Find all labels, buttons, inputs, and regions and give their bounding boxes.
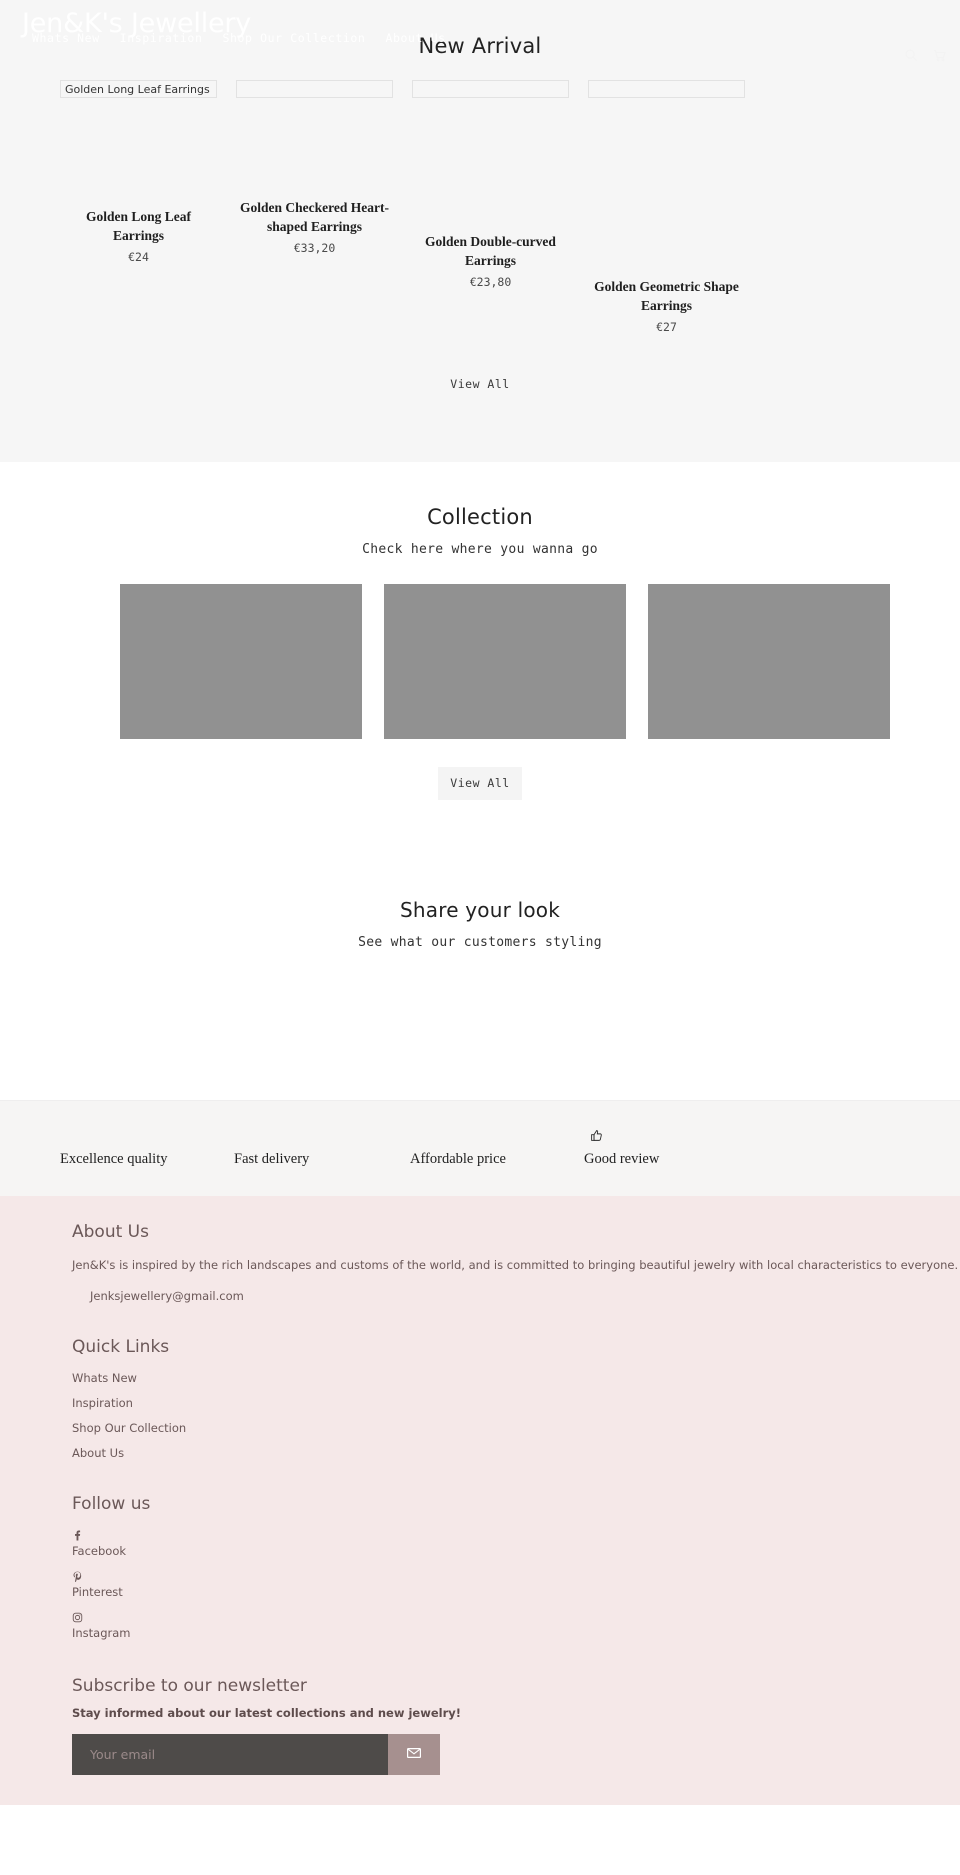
header-icon-group — [904, 48, 946, 62]
footer-follow-title: Follow us — [72, 1494, 151, 1514]
site-footer: About Us Jen&K's is inspired by the rich… — [0, 1196, 960, 1805]
collection-view-all-button[interactable]: View All — [438, 766, 522, 801]
collection-tile-grid — [70, 583, 890, 739]
product-name: Golden Long Leaf Earrings — [85, 209, 191, 244]
feature-good-review: Good review — [584, 1130, 660, 1168]
footer-link-shop-our-collection[interactable]: Shop Our Collection — [72, 1421, 960, 1435]
nav-item-inspiration[interactable]: Inspiration — [120, 31, 203, 45]
social-link-instagram[interactable]: Instagram — [72, 1610, 960, 1642]
instagram-icon — [72, 1610, 83, 1623]
product-price: €23,80 — [469, 275, 512, 290]
feature-label: Good review — [584, 1151, 660, 1168]
social-label: Facebook — [72, 1544, 127, 1558]
new-arrival-product-row: Golden Long Leaf Earrings Golden Long Le… — [0, 80, 960, 340]
search-icon[interactable] — [904, 48, 918, 62]
newsletter-title: Subscribe to our newsletter — [72, 1676, 307, 1696]
footer-link-whats-new[interactable]: Whats New — [72, 1371, 960, 1385]
social-label: Instagram — [72, 1626, 131, 1640]
new-arrival-view-all-button[interactable]: View All — [438, 368, 522, 402]
thumbs-up-icon — [590, 1129, 603, 1142]
social-link-pinterest[interactable]: Pinterest — [72, 1569, 960, 1601]
collection-view-all-wrap: View All — [0, 766, 960, 801]
collection-subtitle: Check here where you wanna go — [362, 541, 598, 557]
collection-tile-1[interactable] — [120, 583, 362, 739]
product-image-placeholder — [412, 80, 569, 98]
collection-tile-2[interactable] — [384, 583, 626, 739]
footer-link-inspiration[interactable]: Inspiration — [72, 1396, 960, 1410]
footer-newsletter-block: Subscribe to our newsletter Stay informe… — [72, 1676, 960, 1775]
footer-inner: About Us Jen&K's is inspired by the rich… — [0, 1222, 960, 1775]
envelope-icon — [406, 1745, 422, 1764]
footer-link-about-us[interactable]: About Us — [72, 1446, 960, 1460]
product-card[interactable]: Golden Geometric Shape Earrings €27 — [588, 80, 745, 334]
newsletter-email-input[interactable] — [72, 1734, 388, 1775]
product-card[interactable]: Golden Checkered Heart-shaped Earrings €… — [236, 80, 393, 255]
product-price: €24 — [128, 250, 149, 265]
share-title: Share your look — [399, 898, 560, 923]
footer-contact-email[interactable]: Jenksjewellery@gmail.com — [72, 1289, 960, 1303]
social-label: Pinterest — [72, 1585, 123, 1599]
product-image-placeholder: Golden Long Leaf Earrings — [60, 80, 217, 98]
product-card[interactable]: Golden Double-curved Earrings €23,80 — [412, 80, 569, 289]
pinterest-icon — [72, 1569, 83, 1583]
footer-quick-links-title: Quick Links — [72, 1337, 170, 1357]
feature-fast-delivery: Fast delivery — [234, 1151, 309, 1168]
feature-excellence-quality: Excellence quality — [60, 1151, 168, 1168]
share-your-look-section: Share your look See what our customers s… — [0, 830, 960, 1101]
footer-about-text: Jen&K's is inspired by the rich landscap… — [72, 1258, 959, 1273]
collection-section: Collection Check here where you wanna go… — [0, 461, 960, 831]
product-price: €33,20 — [293, 241, 336, 256]
footer-quick-links-block: Quick Links Whats New Inspiration Shop O… — [72, 1337, 960, 1460]
main-nav: Whats New Inspiration Shop Our Collectio… — [32, 31, 446, 45]
share-subtitle: See what our customers styling — [358, 935, 602, 951]
feature-affordable-price: Affordable price — [410, 1151, 506, 1168]
feature-label: Fast delivery — [234, 1151, 310, 1168]
nav-item-shop-our-collection[interactable]: Shop Our Collection — [222, 31, 365, 45]
new-arrival-section: New Arrival Golden Long Leaf Earrings Go… — [0, 0, 960, 462]
cart-icon[interactable] — [932, 48, 946, 62]
product-name: Golden Geometric Shape Earrings — [594, 279, 739, 314]
nav-item-whats-new[interactable]: Whats New — [32, 31, 100, 45]
social-link-facebook[interactable]: Facebook — [72, 1528, 960, 1560]
feature-label: Excellence quality — [60, 1151, 168, 1168]
collection-title: Collection — [427, 504, 533, 529]
footer-about-title: About Us — [72, 1222, 149, 1243]
footer-follow-block: Follow us Facebook Pinterest Instagram — [72, 1494, 960, 1642]
facebook-icon — [72, 1528, 83, 1541]
product-image-placeholder — [588, 80, 745, 98]
newsletter-submit-button[interactable] — [388, 1734, 440, 1775]
features-bar: Excellence quality Fast delivery Afforda… — [0, 1100, 960, 1197]
product-price: €27 — [656, 320, 677, 335]
nav-item-about-us[interactable]: About Us — [385, 31, 445, 45]
product-name: Golden Checkered Heart-shaped Earrings — [240, 200, 389, 235]
product-image-placeholder — [236, 80, 393, 98]
product-card[interactable]: Golden Long Leaf Earrings Golden Long Le… — [60, 80, 217, 264]
feature-label: Affordable price — [410, 1151, 506, 1168]
collection-tile-3[interactable] — [648, 583, 890, 739]
newsletter-subtitle: Stay informed about our latest collectio… — [72, 1706, 462, 1720]
product-name: Golden Double-curved Earrings — [425, 234, 556, 269]
footer-about-block: About Us Jen&K's is inspired by the rich… — [72, 1222, 960, 1303]
newsletter-form — [72, 1734, 440, 1775]
